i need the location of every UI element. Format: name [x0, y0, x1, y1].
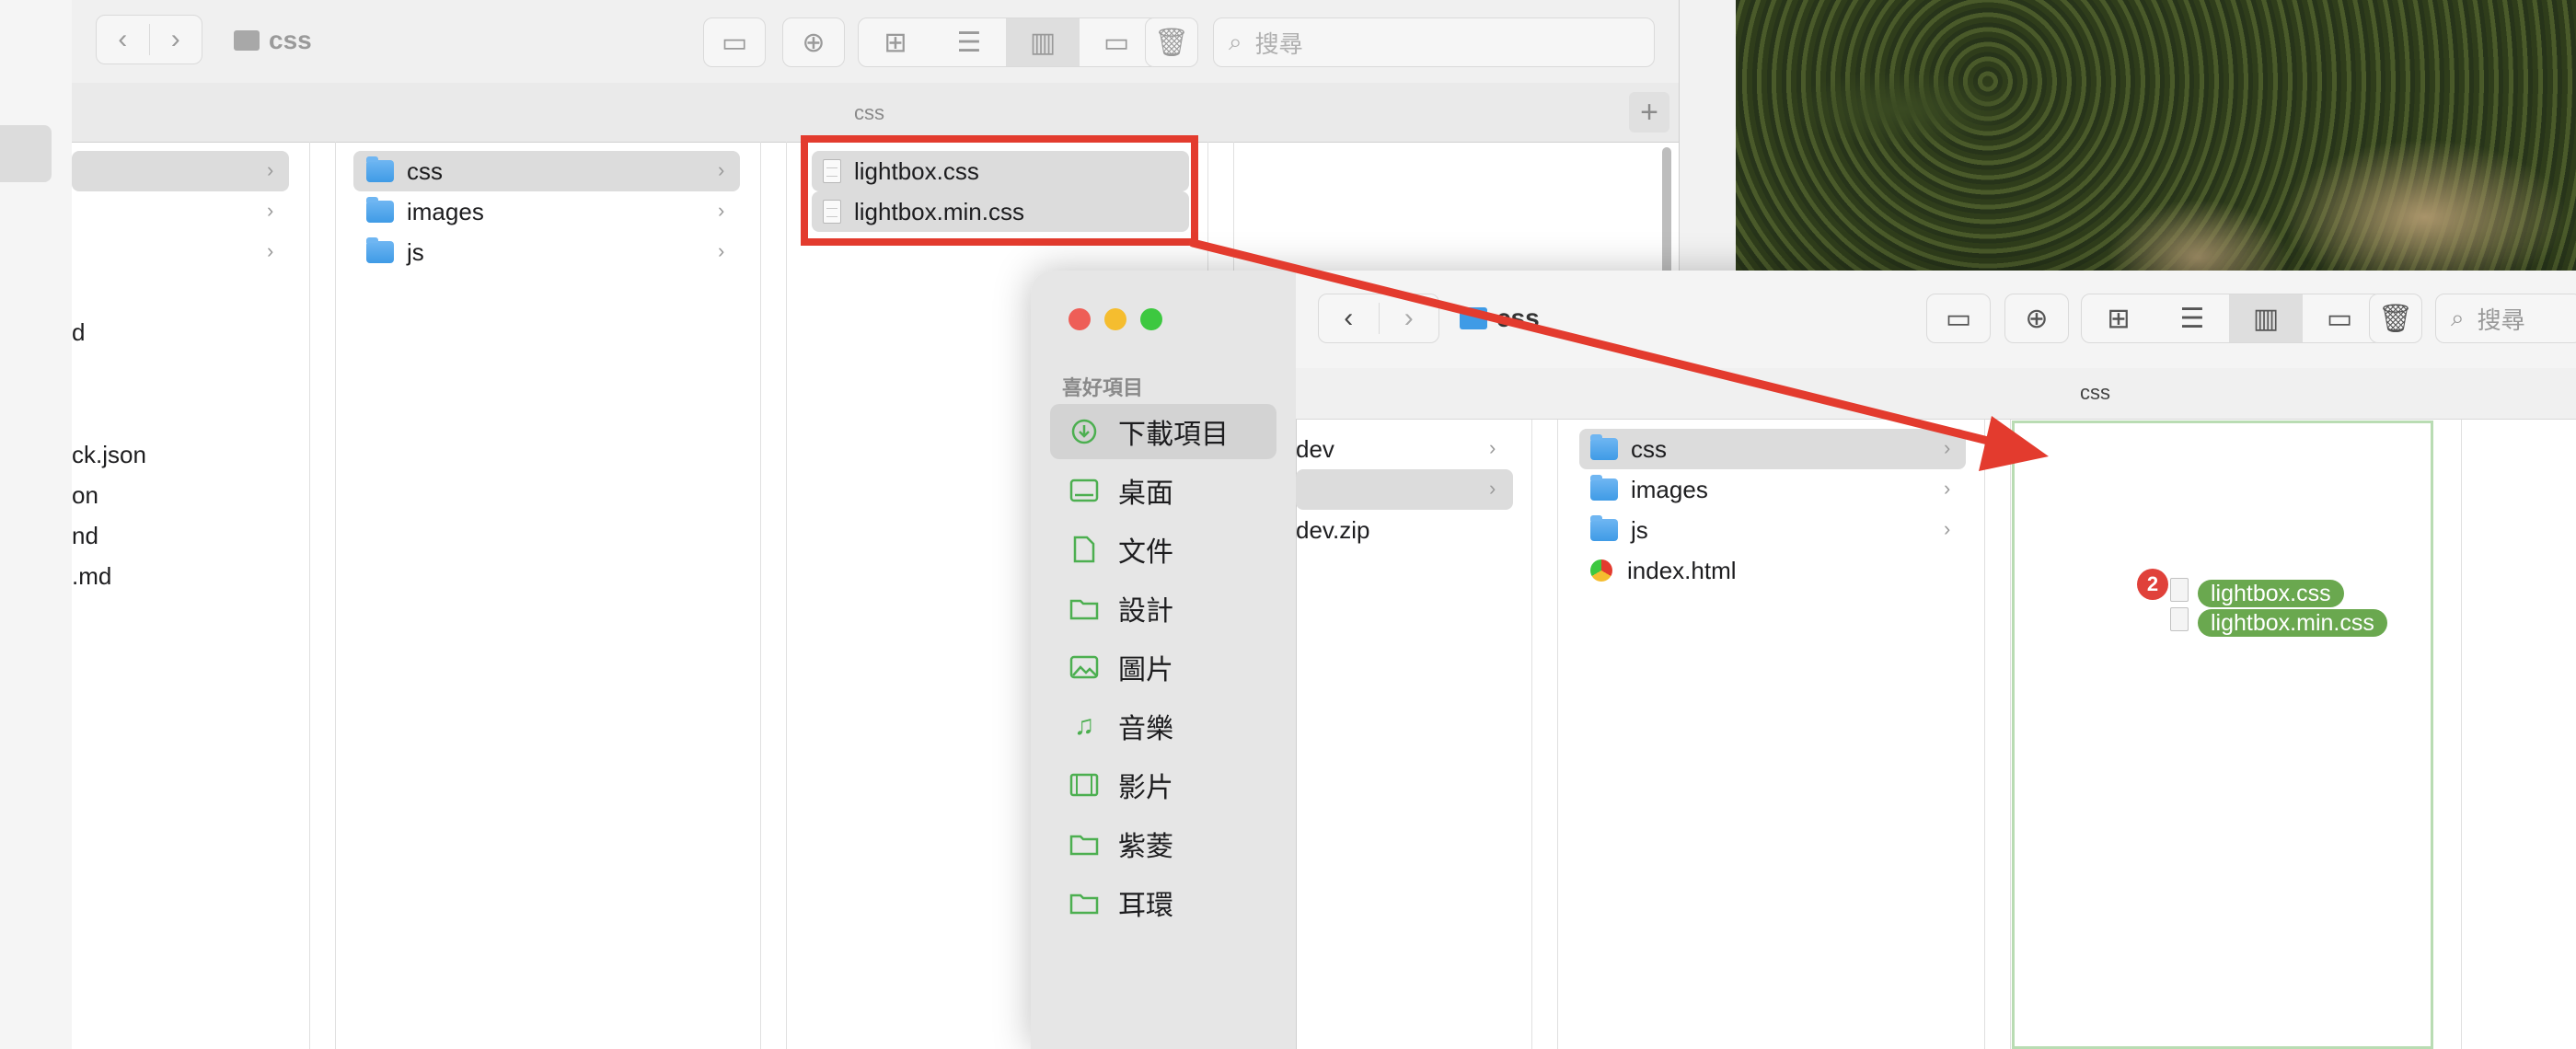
- arrow-shaft: [1188, 238, 2004, 448]
- annotation-arrow: [1188, 238, 2049, 471]
- arrow-head: [1979, 416, 2049, 471]
